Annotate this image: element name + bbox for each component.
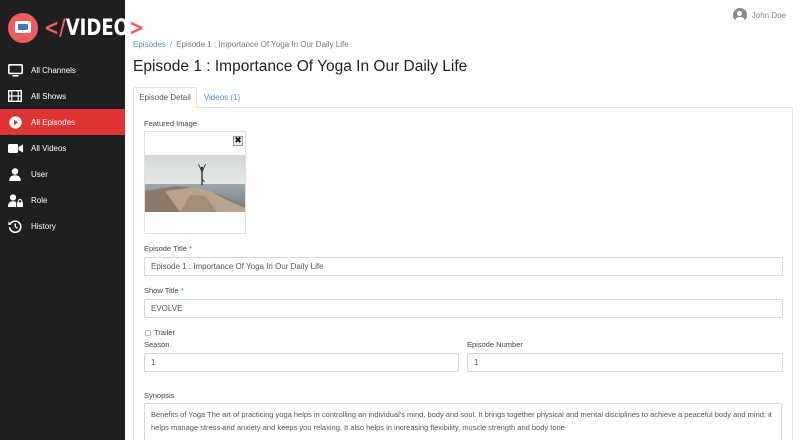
episode-number-label: Episode Number <box>467 340 523 349</box>
sidebar-item-all-videos[interactable]: All Videos <box>0 135 125 161</box>
featured-image-thumbnail <box>145 155 245 212</box>
breadcrumb-separator: / <box>169 40 173 49</box>
breadcrumb: Episodes / Episode 1 : Importance Of Yoga … <box>133 40 349 49</box>
avatar <box>732 8 747 22</box>
tab-episode-detail[interactable]: Episode Detail <box>133 87 197 108</box>
trailer-label: Trailer <box>154 328 175 337</box>
user-lock-icon <box>7 193 23 207</box>
sidebar-nav: All Channels All Shows All Episodes All … <box>0 57 125 239</box>
logo-text: </VIDEO> <box>44 15 145 41</box>
episode-title-label: Episode Title * <box>144 244 192 253</box>
featured-image-label: Featured Image <box>144 119 197 128</box>
sidebar-item-label: History <box>31 221 56 231</box>
sidebar-item-all-shows[interactable]: All Shows <box>0 83 125 109</box>
sidebar: </VIDEO> All Channels All Shows All Epis… <box>0 0 144 440</box>
remove-image-button[interactable]: ✖ <box>233 136 243 146</box>
breadcrumb-current: Episode 1 : Importance Of Yoga In Our Da… <box>176 40 349 49</box>
sidebar-item-label: User <box>31 169 48 179</box>
sidebar-item-label: Role <box>31 195 48 205</box>
sidebar-item-all-channels[interactable]: All Channels <box>0 57 125 83</box>
show-title-input[interactable]: EVOLVE <box>144 299 783 318</box>
synopsis-textarea[interactable]: Benefits of Yoga The art of practicing y… <box>144 403 782 440</box>
sidebar-item-label: All Shows <box>31 91 67 101</box>
sidebar-item-all-episodes[interactable]: All Episodes <box>0 109 125 135</box>
user-menu[interactable]: John Doe <box>732 8 786 22</box>
trailer-checkbox[interactable] <box>145 330 151 336</box>
episode-number-input[interactable]: 1 <box>467 353 783 372</box>
season-input[interactable]: 1 <box>144 353 459 372</box>
season-label: Season <box>144 340 170 349</box>
history-icon <box>7 219 23 233</box>
sidebar-item-label: All Channels <box>31 65 76 75</box>
breadcrumb-episodes-link[interactable]: Episodes <box>133 40 166 49</box>
sidebar-item-label: All Episodes <box>31 117 76 127</box>
sidebar-item-role[interactable]: Role <box>0 187 125 213</box>
user-icon <box>7 167 23 181</box>
film-icon <box>7 89 23 103</box>
page-title: Episode 1 : Importance Of Yoga In Our Da… <box>133 58 468 75</box>
show-title-label: Show Title * <box>144 286 184 295</box>
episode-title-input[interactable]: Episode 1 : Importance Of Yoga In Our Da… <box>144 257 783 276</box>
tab-bar: Episode Detail Videos (1) <box>133 87 793 108</box>
tab-videos[interactable]: Videos (1) <box>197 87 247 108</box>
tv-logo-icon <box>8 13 38 43</box>
video-camera-icon <box>7 141 23 155</box>
synopsis-label: Synopsis <box>144 391 175 400</box>
sidebar-item-label: All Videos <box>31 143 67 153</box>
monitor-icon <box>7 63 23 77</box>
user-name: John Doe <box>751 10 786 20</box>
sidebar-item-history[interactable]: History <box>0 213 125 239</box>
sidebar-item-user[interactable]: User <box>0 161 125 187</box>
play-circle-icon <box>7 115 23 129</box>
